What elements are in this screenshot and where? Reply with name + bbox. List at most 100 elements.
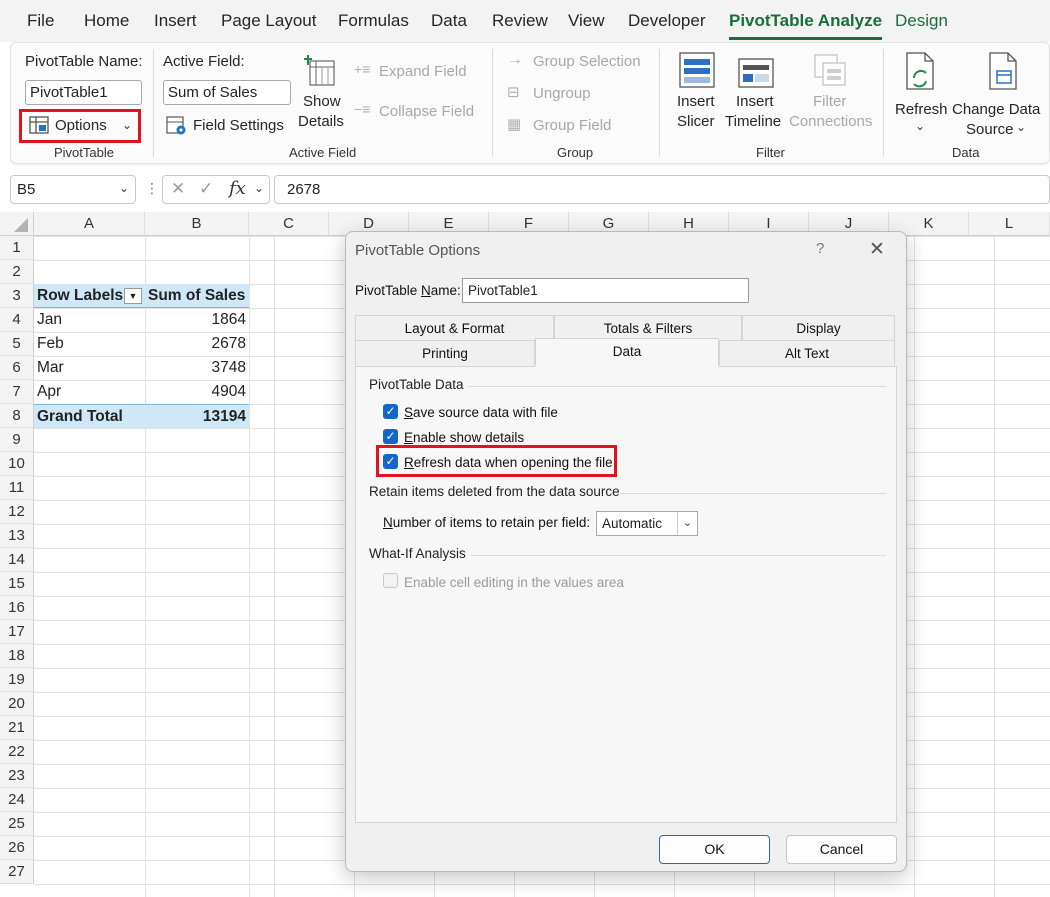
row-header[interactable]: 24 [0,788,34,812]
menu-bar: File Home Insert Page Layout Formulas Da… [0,0,1050,42]
pivot-row-value[interactable]: 1864 [145,308,249,332]
retain-items-select[interactable]: Automatic ⌄ [596,511,698,536]
tab-review[interactable]: Review [492,11,548,31]
pivot-row-label[interactable]: Jan [34,308,145,332]
active-field-input[interactable]: Sum of Sales [163,80,291,105]
refresh-button[interactable]: Refresh ⌄ [893,49,948,139]
help-icon[interactable]: ? [816,240,824,257]
row-header[interactable]: 15 [0,572,34,596]
ok-button[interactable]: OK [659,835,770,864]
row-header[interactable]: 6 [0,356,34,380]
tab-printing[interactable]: Printing [355,340,535,365]
show-details-label-2: Details [298,113,344,130]
enter-icon[interactable]: ✓ [199,179,213,199]
tab-data[interactable]: Data [431,11,467,31]
group-selection-button[interactable]: → Group Selection [507,51,647,73]
more-icon[interactable]: ⋮ [145,180,159,197]
name-box[interactable]: B5 ⌄ [10,175,136,204]
field-settings-button[interactable]: Field Settings [166,113,288,139]
pivot-grand-total-label[interactable]: Grand Total [34,404,145,428]
filter-connections-button[interactable]: Filter Connections [789,49,873,133]
tab-view[interactable]: View [568,11,605,31]
row-header[interactable]: 25 [0,812,34,836]
column-header-a[interactable]: A [34,212,145,236]
column-header-c[interactable]: C [249,212,329,236]
row-header[interactable]: 26 [0,836,34,860]
row-header[interactable]: 7 [0,380,34,404]
row-header[interactable]: 8 [0,404,34,428]
insert-timeline-button[interactable]: Insert Timeline [725,49,787,133]
enable-show-details-checkbox[interactable]: ✓ [383,429,398,444]
tab-design[interactable]: Design [895,11,948,31]
tab-insert[interactable]: Insert [154,11,197,31]
chevron-down-icon[interactable]: ⌄ [677,512,697,535]
retain-text: umber of items to retain per field: [392,515,591,530]
pivot-row-label[interactable]: Apr [34,380,145,404]
tab-alt-text[interactable]: Alt Text [719,340,895,365]
tab-formulas[interactable]: Formulas [338,11,409,31]
cancel-button[interactable]: Cancel [786,835,897,864]
expand-field-button[interactable]: +≡ Expand Field [354,61,484,83]
tab-developer[interactable]: Developer [628,11,706,31]
cancel-icon[interactable]: ✕ [171,179,185,199]
dialog-name-input[interactable]: PivotTable1 [462,278,749,303]
pivot-row-label[interactable]: Mar [34,356,145,380]
pivot-header-sum-of-sales[interactable]: Sum of Sales [145,284,249,308]
select-all-button[interactable] [0,212,34,236]
row-header[interactable]: 18 [0,644,34,668]
tab-pivottable-analyze[interactable]: PivotTable Analyze [729,11,883,40]
row-header[interactable]: 22 [0,740,34,764]
row-header[interactable]: 21 [0,716,34,740]
save-source-checkbox[interactable]: ✓ [383,404,398,419]
tab-home[interactable]: Home [84,11,129,31]
row-header[interactable]: 9 [0,428,34,452]
group-field-button[interactable]: ▦ Group Field [507,115,627,137]
pivottable-name-input[interactable]: PivotTable1 [25,80,142,105]
filter-dropdown-icon[interactable]: ▼ [124,288,142,304]
ungroup-button[interactable]: ⊟ Ungroup [507,83,607,105]
row-header[interactable]: 4 [0,308,34,332]
row-header[interactable]: 27 [0,860,34,884]
row-header[interactable]: 1 [0,236,34,260]
enable-cell-editing-checkbox[interactable] [383,573,398,588]
show-details-button[interactable]: Show Details [295,51,347,133]
column-header-l[interactable]: L [969,212,1050,236]
row-header[interactable]: 12 [0,500,34,524]
row-header[interactable]: 13 [0,524,34,548]
formula-input[interactable]: 2678 [274,175,1050,204]
pivot-row-value[interactable]: 3748 [145,356,249,380]
function-icon[interactable]: fx [229,178,246,199]
close-icon[interactable]: ✕ [869,238,885,261]
chevron-down-icon[interactable]: ⌄ [254,181,264,195]
change-data-source-icon [989,52,1017,90]
pivot-grand-total-value[interactable]: 13194 [145,404,249,428]
tab-data[interactable]: Data [535,338,719,367]
row-header[interactable]: 17 [0,620,34,644]
column-header-b[interactable]: B [145,212,249,236]
change-data-source-button[interactable]: Change Data Source ⌄ [950,49,1044,139]
row-header[interactable]: 11 [0,476,34,500]
row-header[interactable]: 23 [0,764,34,788]
chevron-down-icon[interactable]: ⌄ [119,181,129,195]
row-header[interactable]: 5 [0,332,34,356]
insert-slicer-button[interactable]: Insert Slicer [673,49,721,133]
row-header[interactable]: 14 [0,548,34,572]
row-header[interactable]: 3 [0,284,34,308]
row-header[interactable]: 16 [0,596,34,620]
tab-layout-format[interactable]: Layout & Format [355,315,554,340]
tab-display[interactable]: Display [742,315,895,340]
collapse-field-button[interactable]: −≡ Collapse Field [354,101,494,123]
tab-totals-filters[interactable]: Totals & Filters [554,315,742,340]
tab-file[interactable]: File [27,11,54,31]
pivot-row-label[interactable]: Feb [34,332,145,356]
save-source-label: Save source data with file [404,405,558,420]
row-header[interactable]: 10 [0,452,34,476]
row-header[interactable]: 19 [0,668,34,692]
pivot-row-value[interactable]: 2678 [145,332,249,356]
tab-page-layout[interactable]: Page Layout [221,11,316,31]
row-header[interactable]: 2 [0,260,34,284]
row-header[interactable]: 20 [0,692,34,716]
pivot-row-value[interactable]: 4904 [145,380,249,404]
dialog-name-label: PivotTable Name: [355,283,461,298]
pivot-header-row-labels[interactable]: Row Labels ▼ [34,284,145,308]
